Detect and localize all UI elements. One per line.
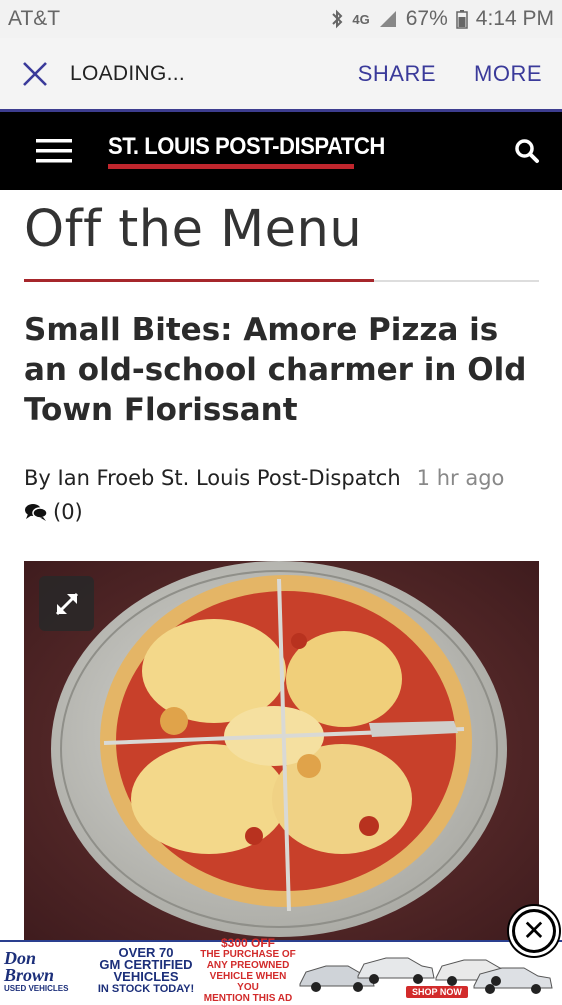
menu-button[interactable]	[0, 112, 108, 190]
close-button[interactable]	[0, 37, 70, 111]
logo-underline	[108, 164, 354, 169]
author-line[interactable]: By Ian Froeb St. Louis Post-Dispatch	[24, 466, 401, 490]
status-bar: AT&T 4G 67% 4:14 PM	[0, 0, 562, 38]
ad-brand-line2: Brown	[4, 964, 55, 985]
battery-icon	[456, 10, 468, 29]
ad-offer-5: MENTION THIS AD	[203, 993, 293, 1004]
network-type: 4G	[352, 11, 370, 27]
section-divider-accent	[24, 279, 374, 282]
close-icon	[23, 61, 47, 86]
pizza-photo	[24, 561, 539, 941]
bluetooth-icon	[332, 9, 343, 29]
page-loading-label: LOADING...	[70, 61, 186, 85]
ad-close-button[interactable]: ✕	[509, 906, 559, 956]
ad-banner[interactable]: Don Brown USED VEHICLES OVER 70 GM CERTI…	[0, 937, 562, 1004]
section-title[interactable]: Off the Menu	[24, 200, 362, 259]
ad-offer-4: VEHICLE WHEN YOU	[209, 971, 287, 993]
comments-link[interactable]: (0)	[24, 500, 83, 524]
site-logo[interactable]: ST. LOUIS POST-DISPATCH	[108, 133, 492, 169]
ad-headline: OVER 70 GM CERTIFIED VEHICLES IN STOCK T…	[92, 946, 200, 995]
ad-offer-1: $300 OFF	[220, 936, 276, 950]
ad-brand-line1: Don	[4, 947, 37, 968]
ad-offer: $300 OFF THE PURCHASE OF ANY PREOWNED VE…	[200, 936, 296, 1004]
ad-offer-2: THE PURCHASE OF	[200, 949, 296, 960]
ad-headline-3: VEHICLES	[113, 969, 179, 984]
status-indicators: 4G 67% 4:14 PM	[330, 7, 554, 31]
ad-brand-sub: USED VEHICLES	[4, 983, 69, 993]
carrier-label: AT&T	[8, 7, 61, 30]
ad-offer-3: ANY PREOWNED	[206, 960, 290, 971]
article-headline: Small Bites: Amore Pizza is an old-schoo…	[24, 312, 527, 428]
search-icon	[515, 139, 539, 163]
article-photo[interactable]	[24, 561, 539, 941]
battery-level: 67%	[405, 7, 448, 30]
close-icon: ✕	[515, 912, 553, 950]
comments-icon	[25, 504, 48, 521]
share-button[interactable]: SHARE	[340, 61, 456, 87]
ad-headline-4: IN STOCK TODAY!	[97, 983, 195, 995]
expand-icon	[55, 592, 78, 615]
site-header: ST. LOUIS POST-DISPATCH	[0, 112, 562, 190]
more-button[interactable]: MORE	[456, 61, 562, 87]
shop-now-button[interactable]: SHOP NOW	[406, 986, 468, 998]
article-byline: By Ian Froeb St. Louis Post-Dispatch 1 hr…	[24, 466, 504, 490]
search-button[interactable]	[492, 112, 562, 190]
hamburger-icon	[36, 139, 72, 163]
article-timestamp: 1 hr ago	[416, 466, 505, 490]
browser-toolbar: LOADING... SHARE MORE	[0, 38, 562, 112]
clock: 4:14 PM	[475, 7, 554, 30]
signal-icon	[379, 11, 396, 27]
logo-text: ST. LOUIS POST-DISPATCH	[108, 133, 385, 160]
comment-count: (0)	[53, 500, 83, 524]
expand-photo-button[interactable]	[39, 576, 94, 631]
ad-brand: Don Brown USED VEHICLES	[0, 942, 92, 1000]
